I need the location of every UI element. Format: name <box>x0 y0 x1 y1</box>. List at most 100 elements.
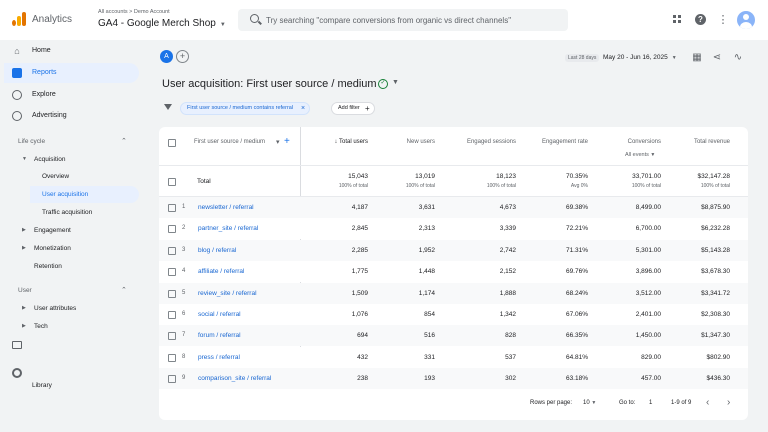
more-vert-icon[interactable]: ⋮ <box>716 13 730 27</box>
sidebar-item-user-attributes[interactable]: ▶ User attributes <box>22 305 76 312</box>
sidebar-item-acquisition[interactable]: ▼ Acquisition <box>22 156 65 163</box>
totals-checkbox[interactable] <box>168 178 176 186</box>
analytics-logo-icon[interactable] <box>12 12 26 26</box>
comparison-avatar[interactable]: A <box>160 50 173 63</box>
customize-report-icon[interactable]: ▦ <box>691 52 703 64</box>
source-medium-link[interactable]: blog / referral <box>198 247 236 254</box>
totals-sub: 100% of total <box>700 183 730 189</box>
source-medium-link[interactable]: press / referral <box>198 354 240 361</box>
insights-icon[interactable]: ∿ <box>732 52 744 64</box>
property-selector[interactable]: GA4 - Google Merch Shop ▼ <box>98 18 226 29</box>
sidebar-item-monetization[interactable]: ▶ Monetization <box>22 245 71 252</box>
row-checkbox[interactable] <box>168 268 176 277</box>
source-medium-link[interactable]: affiliate / referral <box>198 268 244 275</box>
source-medium-link[interactable]: newsletter / referral <box>198 204 254 211</box>
rows-per-page-select[interactable]: 10 ▼ <box>583 400 596 406</box>
user-avatar[interactable] <box>737 11 755 29</box>
dimension-header[interactable]: First user source / medium <box>194 139 265 145</box>
table-cell: $8,875.90 <box>701 204 730 211</box>
sidebar-item-retention[interactable]: Retention <box>34 263 62 270</box>
row-checkbox[interactable] <box>168 289 176 298</box>
table-cell: 1,076 <box>351 311 368 318</box>
table-cell: 2,401.00 <box>635 311 661 318</box>
table-cell: 854 <box>424 311 435 318</box>
col-header-engaged-sessions[interactable]: Engaged sessions <box>467 139 516 145</box>
sidebar-item-user-acquisition[interactable]: User acquisition <box>42 191 88 198</box>
table-cell: 6,700.00 <box>635 225 661 233</box>
table-cell: $2,308.30 <box>701 311 730 318</box>
library-folder-icon[interactable] <box>12 341 22 349</box>
add-comparison-icon[interactable]: + <box>176 50 189 63</box>
row-checkbox[interactable] <box>168 225 176 234</box>
chevron-up-icon[interactable]: ⌃ <box>121 286 127 294</box>
search-input[interactable] <box>266 13 556 27</box>
sidebar-item-engagement[interactable]: ▶ Engagement <box>22 227 71 234</box>
sidebar-item-explore[interactable]: Explore <box>4 85 139 105</box>
col-header-new-users[interactable]: New users <box>407 139 435 145</box>
sidebar-item-tech[interactable]: ▶ Tech <box>22 323 48 330</box>
share-icon[interactable]: ⋖ <box>711 52 723 64</box>
chevron-down-icon[interactable]: ▼ <box>392 79 399 86</box>
filter-chip[interactable]: First user source / medium contains refe… <box>180 102 311 115</box>
table-cell: $802.90 <box>706 353 731 361</box>
filter-icon[interactable] <box>164 104 172 110</box>
table-cell: 2,285 <box>351 246 368 254</box>
totals-sub: 100% of total <box>486 183 516 189</box>
add-filter-label: Add filter <box>338 105 360 111</box>
app-title[interactable]: Analytics <box>32 14 72 25</box>
search-bar[interactable] <box>238 9 568 31</box>
chevron-up-icon[interactable]: ⌃ <box>121 137 127 145</box>
close-icon[interactable]: × <box>301 103 305 114</box>
add-dimension-icon[interactable]: + <box>284 136 290 147</box>
select-all-checkbox[interactable] <box>168 139 176 147</box>
next-page-icon[interactable]: › <box>727 397 730 408</box>
table-cell: 4,187 <box>351 204 368 211</box>
table-cell: $3,678.30 <box>701 268 730 276</box>
col-header-total-revenue[interactable]: Total revenue <box>694 139 730 145</box>
source-medium-link[interactable]: comparison_site / referral <box>198 375 271 382</box>
date-range-picker[interactable]: May 20 - Jun 16, 2025 ▼ <box>603 54 677 61</box>
source-medium-link[interactable]: forum / referral <box>198 332 241 339</box>
row-checkbox[interactable] <box>168 311 176 319</box>
apps-grid-icon[interactable] <box>671 13 685 27</box>
sidebar-item-reports[interactable]: Reports <box>4 63 139 83</box>
goto-input[interactable]: 1 <box>649 400 652 406</box>
verified-check-icon: ✓ <box>378 79 388 89</box>
breadcrumb[interactable]: All accounts > Demo Account <box>98 9 170 15</box>
chevron-down-icon: ▼ <box>591 400 597 406</box>
totals-value: 13,019 <box>415 173 435 180</box>
row-checkbox[interactable] <box>168 353 176 362</box>
table-cell: 432 <box>357 353 368 361</box>
property-name: GA4 - Google Merch Shop <box>98 18 216 29</box>
row-number: 2 <box>182 225 186 232</box>
col-header-engagement-rate[interactable]: Engagement rate <box>542 139 588 145</box>
goto-label: Go to: <box>619 400 636 406</box>
help-icon[interactable]: ? <box>694 13 708 27</box>
source-medium-link[interactable]: review_site / referral <box>198 290 257 297</box>
advertising-icon <box>12 111 22 121</box>
row-number: 3 <box>182 246 186 253</box>
sidebar-item-home[interactable]: ⌂ Home <box>4 41 139 61</box>
col-header-conversions[interactable]: Conversions <box>628 139 661 145</box>
sidebar-item-traffic-acquisition[interactable]: Traffic acquisition <box>42 209 92 216</box>
chevron-down-icon[interactable]: ▾ <box>276 138 280 146</box>
row-checkbox[interactable] <box>168 332 176 341</box>
conversions-event-selector[interactable]: All events ▼ <box>625 152 655 158</box>
col-header-total-users[interactable]: ↓ Total users <box>334 139 368 145</box>
table-cell: 3,512.00 <box>635 289 661 297</box>
row-checkbox[interactable] <box>168 375 176 384</box>
sidebar-item-library[interactable]: Library <box>32 382 52 389</box>
reports-icon <box>12 68 22 78</box>
row-checkbox[interactable] <box>168 204 176 212</box>
source-medium-link[interactable]: partner_site / referral <box>198 225 258 232</box>
add-filter-button[interactable]: Add filter + <box>331 102 375 115</box>
table-cell: 516 <box>424 332 435 340</box>
source-medium-link[interactable]: social / referral <box>198 311 241 318</box>
row-number: 9 <box>182 375 186 382</box>
row-checkbox[interactable] <box>168 246 176 255</box>
prev-page-icon[interactable]: ‹ <box>706 397 709 408</box>
sidebar-item-advertising[interactable]: Advertising <box>4 106 139 126</box>
settings-gear-icon[interactable] <box>12 368 22 378</box>
table-cell: 63.18% <box>565 375 588 383</box>
sidebar-item-overview[interactable]: Overview <box>42 173 69 180</box>
